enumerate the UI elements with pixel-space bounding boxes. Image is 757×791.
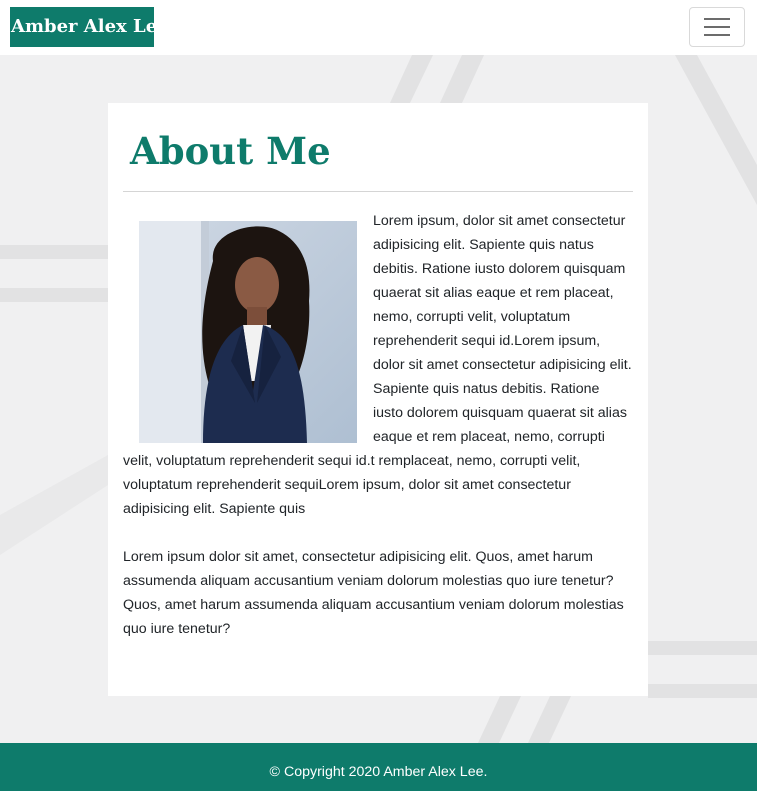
copyright-text: © Copyright 2020 Amber Alex Lee. <box>269 764 488 780</box>
hamburger-menu-icon <box>704 18 730 36</box>
about-paragraph-2: Lorem ipsum dolor sit amet, consectetur … <box>123 549 624 637</box>
page-title: About Me <box>130 129 331 173</box>
title-divider <box>123 191 633 192</box>
site-footer: © Copyright 2020 Amber Alex Lee. <box>0 743 757 791</box>
portrait-photo <box>139 221 357 443</box>
top-navbar: Amber Alex Lee <box>0 0 757 55</box>
navbar-toggle-button[interactable] <box>689 7 745 47</box>
brand-logo-link[interactable]: Amber Alex Lee <box>10 7 154 47</box>
about-card: About Me Lorem ipsum, dolor sit amet con… <box>108 103 648 696</box>
about-content: Lorem ipsum, dolor sit amet consectetur … <box>123 209 633 665</box>
